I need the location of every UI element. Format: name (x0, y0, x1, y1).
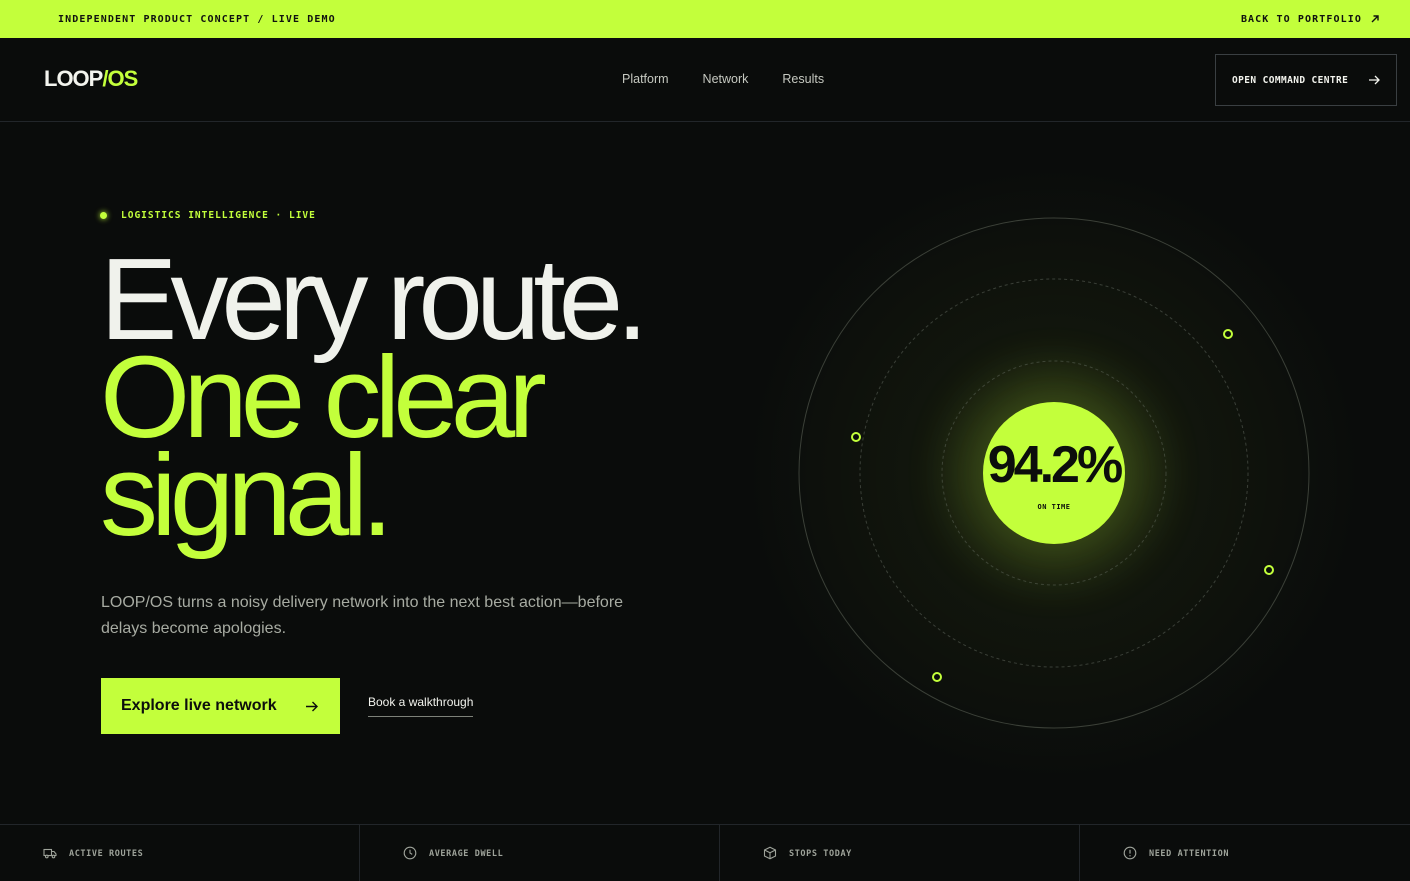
on-time-metric: 94.2% ON TIME (983, 402, 1125, 544)
logo-accent: /OS (102, 66, 138, 91)
back-to-portfolio-label: BACK TO PORTFOLIO (1240, 13, 1362, 25)
stat-label: AVERAGE DWELL (429, 849, 504, 859)
logo[interactable]: LOOP/OS (44, 66, 138, 92)
truck-icon (43, 848, 57, 859)
explore-live-network-label: Explore live network (121, 697, 277, 714)
logo-main: LOOP (44, 66, 103, 91)
open-command-centre-label: OPEN COMMAND CENTRE (1232, 74, 1349, 86)
book-walkthrough-link[interactable]: Book a walkthrough (368, 695, 474, 717)
clock-icon (403, 846, 417, 860)
announcement-bar: INDEPENDENT PRODUCT CONCEPT / LIVE DEMO … (0, 0, 1410, 38)
orbit-node (932, 672, 942, 682)
nav-link-results[interactable]: Results (782, 72, 824, 86)
on-time-label: ON TIME (1037, 503, 1071, 511)
stats-strip: ACTIVE ROUTES AVERAGE DWELL STOPS TODAY … (0, 824, 1410, 881)
orbit-node (1264, 565, 1274, 575)
announcement-text: INDEPENDENT PRODUCT CONCEPT / LIVE DEMO (58, 13, 336, 25)
live-dot-icon (100, 212, 107, 219)
main-nav: LOOP/OS Platform Network Results OPEN CO… (0, 38, 1410, 122)
nav-links: Platform Network Results (622, 72, 824, 86)
nav-link-platform[interactable]: Platform (622, 72, 669, 86)
on-time-value: 94.2% (987, 436, 1123, 494)
package-icon (763, 846, 777, 860)
arrow-right-icon (1369, 75, 1380, 85)
stat-label: NEED ATTENTION (1149, 849, 1230, 859)
network-orbit-visual: 94.2% ON TIME (740, 152, 1370, 792)
eyebrow-text: LOGISTICS INTELLIGENCE · LIVE (121, 210, 316, 221)
back-to-portfolio-link[interactable]: BACK TO PORTFOLIO (1241, 14, 1380, 25)
open-command-centre-button[interactable]: OPEN COMMAND CENTRE (1215, 54, 1397, 106)
orbit-node (851, 432, 861, 442)
nav-link-network[interactable]: Network (703, 72, 749, 86)
orbit-node (1223, 329, 1233, 339)
headline-line-3: signal. (100, 430, 393, 560)
hero-headline: Every route. One clear signal. (100, 241, 648, 560)
hero-lede: LOOP/OS turns a noisy delivery network i… (101, 594, 624, 637)
alert-icon (1123, 846, 1137, 860)
stat-label: ACTIVE ROUTES (69, 849, 144, 859)
stat-active-routes: ACTIVE ROUTES (0, 825, 360, 881)
stat-label: STOPS TODAY (789, 849, 852, 859)
hero-section: LOGISTICS INTELLIGENCE · LIVE Every rout… (0, 122, 1410, 824)
arrow-up-right-icon (1371, 15, 1379, 23)
explore-live-network-button[interactable]: Explore live network (101, 678, 340, 734)
stat-average-dwell: AVERAGE DWELL (360, 825, 720, 881)
arrow-right-icon (306, 701, 318, 711)
eyebrow: LOGISTICS INTELLIGENCE · LIVE (100, 210, 316, 221)
stat-stops-today: STOPS TODAY (720, 825, 1080, 881)
stat-need-attention: NEED ATTENTION (1080, 825, 1410, 881)
